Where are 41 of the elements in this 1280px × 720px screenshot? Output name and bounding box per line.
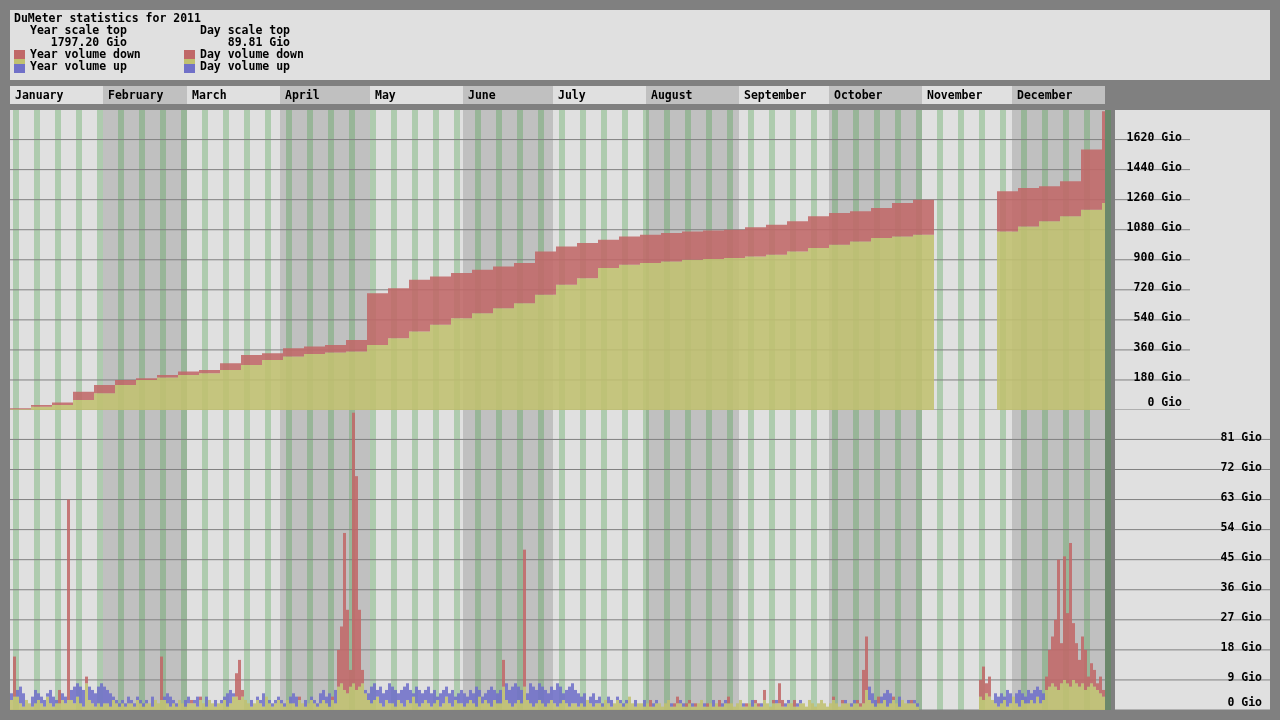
axis-label: 9 Gio — [1227, 670, 1262, 685]
axis-label: 0 Gio — [1147, 394, 1182, 409]
axis-label: 720 Gio — [1133, 280, 1182, 295]
axis-label: 180 Gio — [1133, 370, 1182, 385]
axis-label: 1080 Gio — [1126, 220, 1182, 235]
axis-label: 360 Gio — [1133, 340, 1182, 355]
scale-label: Year scale top — [30, 24, 127, 36]
legend-label: Day volume down — [200, 48, 304, 60]
axis-label: 81 Gio — [1220, 429, 1262, 444]
axis-label: 540 Gio — [1133, 310, 1182, 325]
axis-label: 18 Gio — [1220, 640, 1262, 655]
legend-label: Year volume down — [30, 48, 141, 60]
axis-label: 1440 Gio — [1126, 160, 1182, 175]
month-header: December — [1012, 86, 1105, 104]
month-header: February — [103, 86, 187, 104]
axis-label: 1260 Gio — [1126, 190, 1182, 205]
month-header: April — [280, 86, 370, 104]
month-header: July — [553, 86, 646, 104]
axis-label: 45 Gio — [1220, 550, 1262, 565]
month-header: November — [922, 86, 1012, 104]
month-header: October — [829, 86, 922, 104]
axis-label: 1620 Gio — [1126, 130, 1182, 145]
month-header: June — [463, 86, 553, 104]
report-title: DuMeter statistics for 2011 — [14, 12, 202, 24]
scale-value: 1797.20 Gio — [50, 36, 127, 48]
axis-label: 0 Gio — [1227, 694, 1262, 709]
scale-label: Day scale top — [200, 24, 290, 36]
month-header: August — [646, 86, 739, 104]
axis-label: 63 Gio — [1220, 490, 1262, 505]
month-header: September — [739, 86, 829, 104]
month-header: March — [187, 86, 280, 104]
axis-label: 72 Gio — [1220, 460, 1262, 474]
axis-label: 36 Gio — [1220, 580, 1262, 595]
month-header: May — [370, 86, 463, 104]
axis-label: 54 Gio — [1220, 520, 1262, 535]
scale-value: 89.81 Gio — [227, 36, 290, 48]
axis-label: 27 Gio — [1220, 610, 1262, 625]
month-header: January — [10, 86, 103, 104]
legend-label: Year volume up — [30, 60, 128, 72]
legend-label: Day volume up — [200, 60, 291, 72]
axis-label: 900 Gio — [1133, 250, 1182, 265]
